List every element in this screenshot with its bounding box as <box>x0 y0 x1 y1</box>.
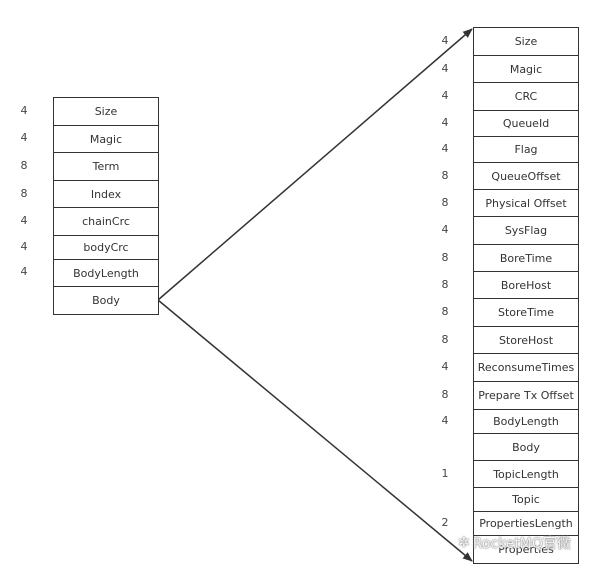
field-cell: Flag <box>473 136 579 164</box>
field-label: Body <box>92 293 120 307</box>
field-cell: Size <box>473 27 579 57</box>
field-label: Size <box>94 105 118 118</box>
field-label: CRC <box>514 90 538 104</box>
field-cell: SysFlag <box>473 216 579 246</box>
field-size: 4 <box>20 131 28 145</box>
field-size: 4 <box>441 414 449 427</box>
field-cell: ReconsumeTimes <box>473 353 579 383</box>
field-size: 4 <box>441 89 449 102</box>
field-cell: BoreHost <box>473 271 579 300</box>
field-size: 8 <box>441 250 449 264</box>
field-size: 4 <box>20 103 28 117</box>
field-cell: Body <box>53 286 159 315</box>
field-size: 4 <box>20 265 28 279</box>
field-size: 1 <box>441 466 449 480</box>
field-cell: chainCrc <box>53 207 159 236</box>
field-size: 8 <box>441 277 449 291</box>
field-cell: Body <box>473 433 579 462</box>
field-cell: QueueId <box>473 110 579 138</box>
field-label: BoreTime <box>499 251 553 265</box>
field-size: 8 <box>20 186 28 200</box>
field-size: 8 <box>441 388 449 401</box>
field-label: Flag <box>514 143 538 157</box>
field-label: Size <box>514 35 538 49</box>
field-size: 8 <box>441 305 449 318</box>
field-size: 8 <box>441 168 449 182</box>
field-size: 4 <box>441 223 449 236</box>
field-size: 4 <box>441 61 449 75</box>
field-label: bodyCrc <box>83 240 129 254</box>
field-cell: QueueOffset <box>473 162 579 191</box>
field-label: TopicLength <box>493 467 559 481</box>
field-cell: StoreTime <box>473 298 579 328</box>
field-cell: Magic <box>53 124 159 154</box>
field-size: 2 <box>441 516 449 529</box>
field-label: Term <box>92 160 120 174</box>
field-label: StoreHost <box>498 333 554 347</box>
field-cell: CRC <box>473 82 579 112</box>
field-size: 4 <box>441 360 449 373</box>
field-label: BodyLength <box>73 266 139 280</box>
field-label: Index <box>90 187 122 201</box>
field-cell: StoreHost <box>473 326 579 355</box>
field-label: BodyLength <box>493 415 559 429</box>
field-size: 4 <box>441 34 449 47</box>
field-cell: TopicLength <box>473 460 579 489</box>
field-cell: bodyCrc <box>53 234 159 260</box>
field-size: 4 <box>441 116 449 129</box>
field-label: BoreHost <box>500 278 552 292</box>
field-label: StoreTime <box>498 306 554 320</box>
arrow-to-top <box>157 28 473 301</box>
field-size: 8 <box>441 332 449 346</box>
field-cell: BodyLength <box>53 258 159 288</box>
watermark: ✲ RocketMQ官微 <box>458 533 571 553</box>
field-label: Magic <box>89 132 123 146</box>
field-label: QueueOffset <box>491 169 561 183</box>
field-label: SysFlag <box>504 224 548 238</box>
field-size: 4 <box>441 142 449 155</box>
field-size: 8 <box>441 195 449 209</box>
field-cell: Magic <box>473 55 579 84</box>
diagram-canvas: Size 4 Magic 4 Term 8 Index 8 chainCrc 4 bodyCrc 4 B… <box>0 0 594 568</box>
field-cell: Prepare Tx Offset <box>473 381 579 411</box>
field-size: 4 <box>20 239 28 253</box>
field-cell: Physical Offset <box>473 189 579 218</box>
field-size: 8 <box>20 159 28 172</box>
field-cell: Topic <box>473 487 579 513</box>
field-cell: BoreTime <box>473 244 579 273</box>
watermark-text: RocketMQ官微 <box>472 536 571 552</box>
field-size: 4 <box>20 213 28 227</box>
wechat-icon: ✲ <box>458 535 470 551</box>
field-label: Physical Offset <box>485 196 567 210</box>
field-cell: Term <box>53 152 159 182</box>
field-label: QueueId <box>502 117 550 131</box>
arrow-to-bottom <box>157 299 473 562</box>
field-label: PropertiesLength <box>479 517 573 531</box>
field-cell: Size <box>53 97 159 126</box>
field-label: Topic <box>512 493 540 507</box>
field-label: Magic <box>509 62 543 76</box>
field-label: ReconsumeTimes <box>477 361 575 375</box>
field-label: Body <box>512 440 540 454</box>
field-cell: Index <box>53 180 159 209</box>
field-label: chainCrc <box>82 215 130 228</box>
field-cell: BodyLength <box>473 409 579 435</box>
field-label: Prepare Tx Offset <box>478 389 574 403</box>
